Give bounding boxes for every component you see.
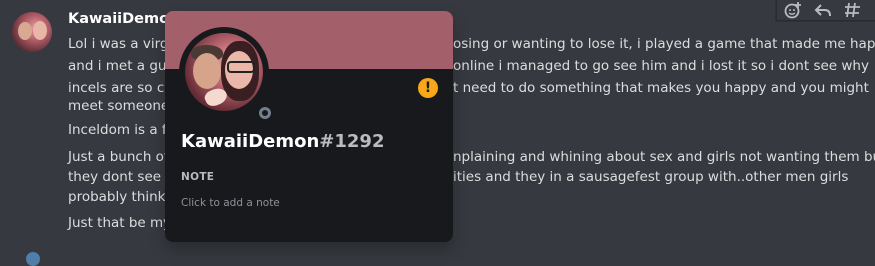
profile-avatar[interactable] [185,33,263,111]
message-line-2-left: and i met a guy [68,58,175,74]
reply-icon[interactable] [809,0,837,20]
message-line-5-left: Inceldom is a fu [68,122,176,138]
author-avatar[interactable] [12,12,52,52]
message-line-1-right: osing or wanting to lose it, i played a … [453,36,875,52]
message-line-1-left: Lol i was a virgi [68,36,173,52]
message-toolbar [776,0,875,21]
create-thread-icon[interactable] [839,0,867,20]
message-line-2-right: online i managed to go see him and i los… [453,58,869,74]
message-line-6-right: nplaining and whining about sex and girl… [453,149,875,165]
message-line-6-left: Just a bunch of [68,149,169,165]
profile-username-text: KawaiiDemon [181,131,320,152]
note-heading: NOTE [181,171,215,183]
message-line-7-right: ities and they in a sausagefest group wi… [453,169,849,185]
message-line-3-right: t need to do something that makes you ha… [453,80,869,96]
message-line-4-left: meet someone [68,98,170,114]
profile-avatar-container[interactable] [179,27,276,124]
next-message-avatar[interactable] [26,252,40,266]
profile-username[interactable]: KawaiiDemon#1292 [181,131,384,152]
offline-status-icon [254,102,276,124]
user-profile-popout: ! KawaiiDemon#1292 NOTE Click to add a n… [165,11,453,242]
message-line-8-left: probably think t [68,189,176,205]
message-line-7-left: they dont see th [68,169,180,185]
warning-badge-icon[interactable]: ! [418,78,438,98]
profile-discriminator: #1292 [319,131,385,152]
note-input[interactable]: Click to add a note [179,193,441,213]
message-line-9-left: Just that be my [68,215,172,231]
add-reaction-icon[interactable] [779,0,807,20]
author-username[interactable]: KawaiiDemon [68,11,179,27]
